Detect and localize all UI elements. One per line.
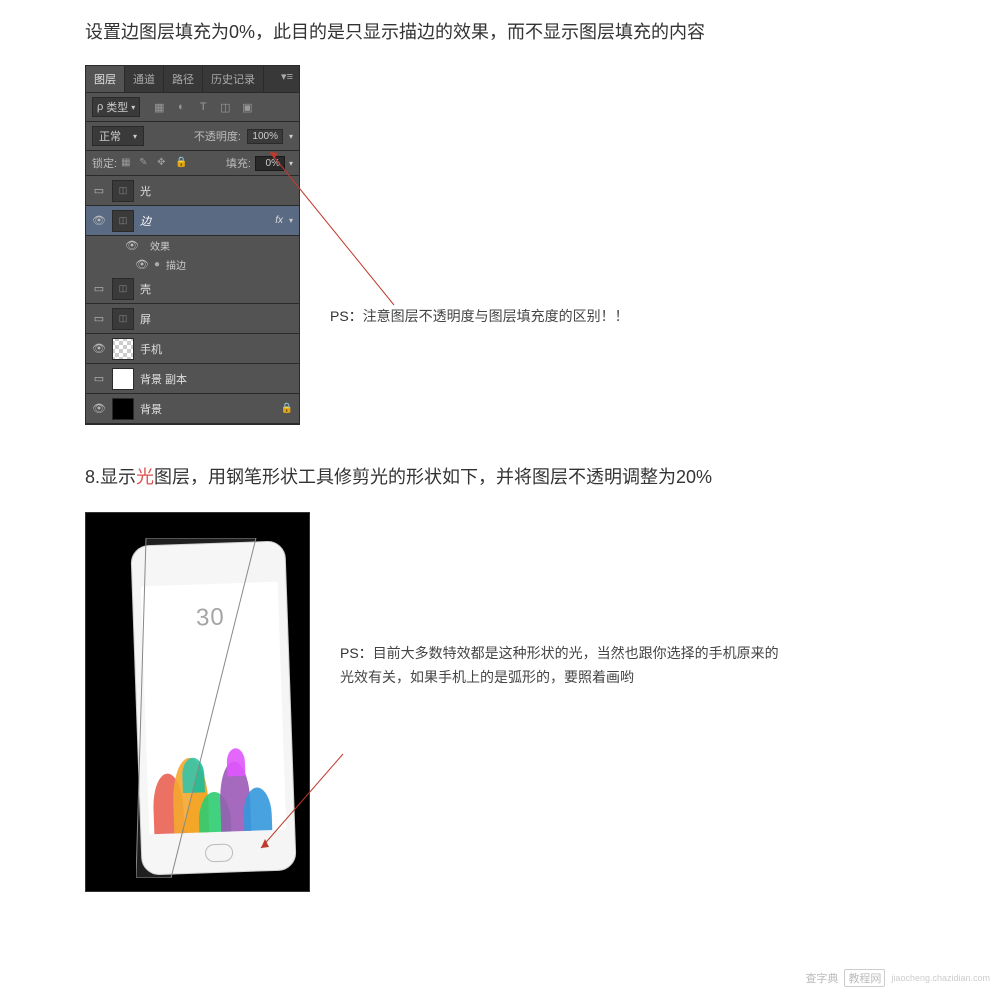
visibility-toggle[interactable]: 👁 xyxy=(126,239,138,253)
step-pre: 显示 xyxy=(100,467,136,487)
layer-row-bg[interactable]: 👁 背景 🔒 xyxy=(86,394,299,424)
layer-row-phone[interactable]: 👁 手机 xyxy=(86,334,299,364)
layer-thumb: ◫ xyxy=(112,210,134,232)
step-8-title: 8.显示光图层，用钢笔形状工具修剪光的形状如下，并将图层不透明调整为20% xyxy=(85,465,915,490)
annotation2-line1: 目前大多数特效都是这种形状的光，当然也跟你选择的手机原来的 xyxy=(373,645,779,661)
fill-value[interactable]: 0% xyxy=(255,156,285,171)
visibility-toggle[interactable]: ▭ xyxy=(92,282,106,296)
layer-row-edge[interactable]: 👁 ◫ 边 fx ▾ xyxy=(86,206,299,236)
visibility-toggle[interactable]: 👁 xyxy=(136,258,148,272)
layer-name: 背景 副本 xyxy=(140,371,293,387)
filter-shape-icon[interactable]: ◫ xyxy=(218,100,232,114)
filter-type-label: 类型 xyxy=(106,99,128,115)
effects-label: 效果 xyxy=(150,238,170,253)
filter-adjust-icon[interactable]: ◐ xyxy=(174,100,188,114)
watermark: 查字典 教程网 jiaocheng.chazidian.com xyxy=(805,969,990,987)
stroke-label: 描边 xyxy=(166,257,186,272)
layer-thumb: ◫ xyxy=(112,308,134,330)
layer-row-bgcopy[interactable]: ▭ 背景 副本 xyxy=(86,364,299,394)
layer-name: 边 xyxy=(140,213,269,229)
visibility-toggle[interactable]: ▭ xyxy=(92,372,106,386)
phone-home-button xyxy=(204,844,233,863)
blend-mode-select[interactable]: 正常 ▾ xyxy=(92,126,144,146)
annotation2-line2: 光效有关，如果手机上的是弧形的，要照着画哟 xyxy=(340,669,634,685)
phone-time-display: 30 xyxy=(141,602,279,635)
lock-pixels-icon[interactable]: ✎ xyxy=(139,157,151,169)
layer-row-shell[interactable]: ▭ ◫ 壳 xyxy=(86,274,299,304)
intro-text: 设置边图层填充为0%，此目的是只显示描边的效果，而不显示图层填充的内容 xyxy=(85,20,915,45)
panel-tabs: 图层 通道 路径 历史记录 ▾≡ xyxy=(86,66,299,93)
lock-row: 锁定: ▦ ✎ ✥ 🔒 填充: 0% ▾ xyxy=(86,151,299,176)
layer-thumb xyxy=(112,338,134,360)
annotation-prefix: PS： xyxy=(330,308,363,324)
phone-screen: 30 xyxy=(141,582,287,835)
phone-wallpaper-blobs xyxy=(145,710,286,835)
watermark-url: jiaocheng.chazidian.com xyxy=(891,973,990,983)
annotation-1: PS：注意图层不透明度与图层填充度的区别！！ xyxy=(330,305,629,329)
lock-transparency-icon[interactable]: ▦ xyxy=(121,157,133,169)
watermark-brand: 查字典 xyxy=(805,970,838,986)
tab-paths[interactable]: 路径 xyxy=(164,66,203,92)
step-post: 图层，用钢笔形状工具修剪光的形状如下，并将图层不透明调整为20% xyxy=(154,467,712,487)
layer-thumb: ◫ xyxy=(112,180,134,202)
panel-menu-icon[interactable]: ▾≡ xyxy=(275,66,299,92)
lock-position-icon[interactable]: ✥ xyxy=(157,157,169,169)
layer-thumb xyxy=(112,398,134,420)
annotation-prefix: PS： xyxy=(340,645,373,661)
chevron-down-icon: ▾ xyxy=(133,132,137,141)
opacity-label: 不透明度: xyxy=(194,128,241,144)
chevron-down-icon[interactable]: ▾ xyxy=(289,216,293,225)
tab-channels[interactable]: 通道 xyxy=(125,66,164,92)
blend-row: 正常 ▾ 不透明度: 100% ▾ xyxy=(86,122,299,151)
layer-row-screen[interactable]: ▭ ◫ 屏 xyxy=(86,304,299,334)
photoshop-layers-panel: 图层 通道 路径 历史记录 ▾≡ ρ 类型 ▾ ▦ ◐ T ◫ ▣ xyxy=(85,65,300,425)
annotation-body: 注意图层不透明度与图层填充度的区别！！ xyxy=(363,308,629,324)
filter-pixel-icon[interactable]: ▦ xyxy=(152,100,166,114)
layer-thumb: ◫ xyxy=(112,278,134,300)
phone-preview-image: 30 xyxy=(85,512,310,892)
layer-name: 手机 xyxy=(140,341,293,357)
layer-name: 屏 xyxy=(140,311,293,327)
filter-row: ρ 类型 ▾ ▦ ◐ T ◫ ▣ xyxy=(86,93,299,122)
layer-stroke-row[interactable]: 👁 ● 描边 xyxy=(86,255,299,274)
lock-all-icon[interactable]: 🔒 xyxy=(175,157,187,169)
fx-badge[interactable]: fx xyxy=(275,215,283,226)
visibility-toggle[interactable]: 👁 xyxy=(92,214,106,228)
layer-effects-row[interactable]: 👁 效果 xyxy=(86,236,299,255)
chevron-down-icon: ▾ xyxy=(131,103,135,112)
bullet-icon: ● xyxy=(154,259,160,270)
step-num: 8. xyxy=(85,467,100,487)
step-highlight: 光 xyxy=(136,467,154,487)
filter-smart-icon[interactable]: ▣ xyxy=(240,100,254,114)
opacity-value[interactable]: 100% xyxy=(247,129,283,144)
filter-kind-icon: ρ xyxy=(97,101,103,113)
layer-name: 背景 xyxy=(140,401,275,417)
watermark-box: 教程网 xyxy=(844,969,885,987)
lock-label: 锁定: xyxy=(92,155,117,171)
fill-label: 填充: xyxy=(226,155,251,171)
lock-icon: 🔒 xyxy=(281,403,293,414)
layer-name: 壳 xyxy=(140,281,293,297)
layer-name: 光 xyxy=(140,183,293,199)
layer-list: ▭ ◫ 光 👁 ◫ 边 fx ▾ 👁 效果 👁 xyxy=(86,176,299,424)
visibility-toggle[interactable]: ▭ xyxy=(92,312,106,326)
tab-layers[interactable]: 图层 xyxy=(86,66,125,92)
annotation-2: PS：目前大多数特效都是这种形状的光，当然也跟你选择的手机原来的 光效有关，如果… xyxy=(340,642,915,690)
blend-mode-value: 正常 xyxy=(99,128,121,144)
filter-text-icon[interactable]: T xyxy=(196,100,210,114)
visibility-toggle[interactable]: ▭ xyxy=(92,184,106,198)
phone-body: 30 xyxy=(130,541,296,876)
tab-history[interactable]: 历史记录 xyxy=(203,66,264,92)
filter-type-select[interactable]: ρ 类型 ▾ xyxy=(92,97,140,117)
chevron-down-icon[interactable]: ▾ xyxy=(289,159,293,168)
visibility-toggle[interactable]: 👁 xyxy=(92,342,106,356)
layer-thumb xyxy=(112,368,134,390)
layer-row-light[interactable]: ▭ ◫ 光 xyxy=(86,176,299,206)
chevron-down-icon[interactable]: ▾ xyxy=(289,132,293,141)
visibility-toggle[interactable]: 👁 xyxy=(92,402,106,416)
